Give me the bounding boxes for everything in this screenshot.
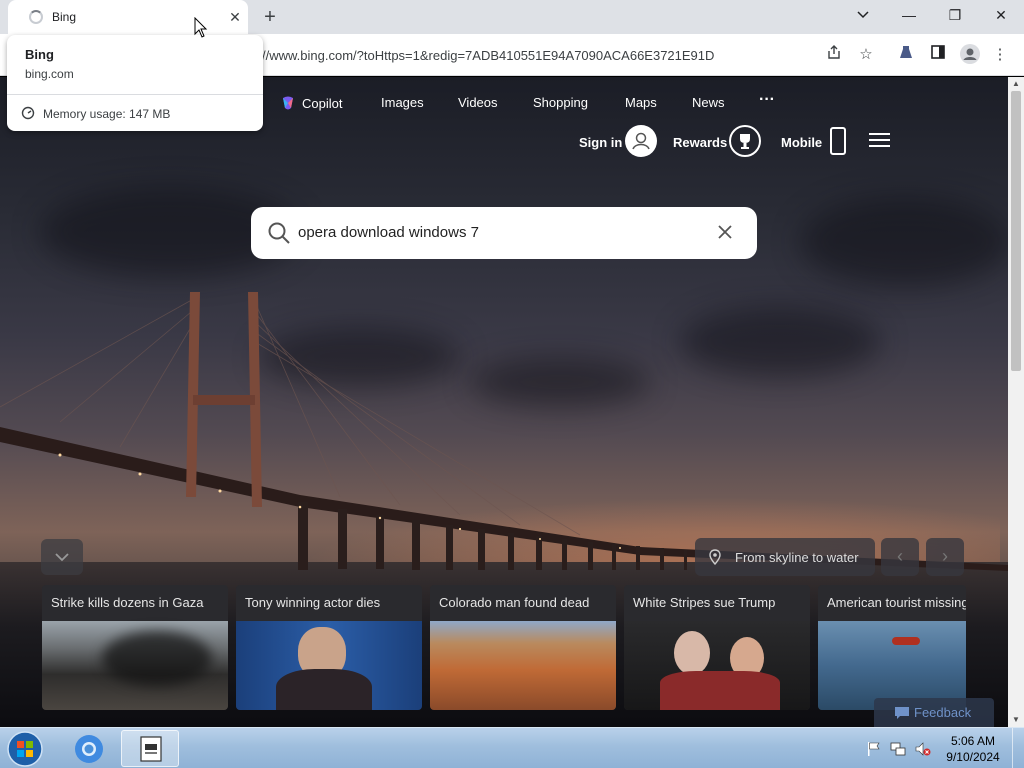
mouse-pointer-icon [194,16,208,44]
copilot-icon [283,96,293,110]
tab-close-icon[interactable]: ✕ [226,8,244,26]
scrollbar-thumb[interactable] [1011,91,1021,371]
chevron-down-icon [55,553,69,562]
search-box[interactable]: opera download windows 7 [251,207,757,259]
image-caption-text: From skyline to water [735,550,859,565]
news-card-image [624,621,810,710]
nav-videos[interactable]: Videos [458,95,498,110]
rewards-link[interactable]: Rewards [673,135,727,150]
tab-title: Bing [52,10,77,24]
start-button[interactable] [6,730,46,768]
system-clock[interactable]: 5:06 AM 9/10/2024 [944,733,1002,765]
window-close-button[interactable]: ✕ [986,4,1016,28]
clock-date: 9/10/2024 [946,750,1000,764]
news-card-title: Strike kills dozens in Gaza [51,595,204,610]
memory-gauge-icon [21,106,35,120]
clock-time: 5:06 AM [950,734,996,748]
news-card-image [818,621,966,710]
taskbar-chrome-button[interactable] [60,730,118,767]
news-card[interactable]: Strike kills dozens in Gaza [42,585,228,710]
restore-button[interactable]: ❐ [940,4,970,28]
sign-in-link[interactable]: Sign in [579,135,622,150]
news-card[interactable]: American tourist missing [818,585,966,710]
clear-search-icon[interactable] [715,222,735,242]
news-card[interactable]: White Stripes sue Trump [624,585,810,710]
feedback-button[interactable]: Feedback [874,698,994,727]
browser-menu-icon[interactable]: ⋮ [989,44,1011,66]
side-panel-icon[interactable] [927,44,949,66]
image-caption-button[interactable]: From skyline to water [695,538,875,576]
minimize-button[interactable]: — [894,4,924,28]
news-card[interactable]: Tony winning actor dies [236,585,422,710]
address-bar[interactable]: //www.bing.com/?toHttps=1&redig=7ADB4105… [250,40,890,70]
tab-bing[interactable]: Bing ✕ [8,0,248,34]
action-center-flag-icon[interactable] [866,741,882,757]
news-card-title: White Stripes sue Trump [633,595,776,610]
user-avatar-icon[interactable] [625,125,657,157]
network-icon[interactable] [890,741,906,757]
news-card-title: American tourist missing [827,595,966,610]
news-card-image [42,621,228,710]
show-desktop-button[interactable] [1012,728,1024,768]
feedback-chat-icon [895,707,909,719]
volume-muted-icon[interactable] [915,741,931,757]
tab-search-chevron-icon[interactable] [848,4,878,28]
mobile-link[interactable]: Mobile [781,135,822,150]
nav-copilot[interactable]: Copilot [280,95,342,111]
windows-taskbar: 5:06 AM 9/10/2024 [0,727,1024,768]
hamburger-menu-icon[interactable] [869,132,891,150]
page-scrollbar[interactable]: ▲ ▼ [1008,77,1024,727]
windows-logo-icon [7,731,43,767]
divider [7,94,263,95]
new-tab-button[interactable]: + [258,6,282,30]
tab-strip: Bing ✕ + — ❐ ✕ [0,0,1024,34]
extension-icon[interactable] [895,44,917,66]
tab-hover-card: Bing bing.com Memory usage: 147 MB [7,35,263,131]
location-pin-icon [709,549,721,565]
chrome-icon [75,735,103,763]
rewards-trophy-icon[interactable] [729,125,761,157]
news-card-title: Tony winning actor dies [245,595,381,610]
mobile-phone-icon[interactable] [830,127,846,155]
profile-avatar-icon[interactable] [959,44,981,66]
nav-more-button[interactable]: ··· [759,91,775,109]
news-card-image [236,621,422,710]
document-app-icon [140,736,162,762]
nav-shopping[interactable]: Shopping [533,95,588,110]
scroll-down-arrow-icon[interactable]: ▼ [1008,713,1024,727]
news-card-image [430,621,616,710]
url-text[interactable]: //www.bing.com/?toHttps=1&redig=7ADB4105… [262,48,714,63]
search-input[interactable]: opera download windows 7 [298,224,479,241]
hover-card-domain: bing.com [25,67,74,81]
loading-spinner-icon [29,10,43,24]
hover-card-title: Bing [25,47,54,62]
nav-news[interactable]: News [692,95,725,110]
nav-images[interactable]: Images [381,95,424,110]
nav-copilot-label: Copilot [302,96,343,111]
feedback-label: Feedback [914,705,972,720]
scroll-up-arrow-icon[interactable]: ▲ [1008,77,1024,91]
previous-image-button[interactable]: ‹ [881,538,919,576]
next-image-button[interactable]: › [926,538,964,576]
share-icon[interactable] [823,44,845,66]
news-card-title: Colorado man found dead [439,595,590,610]
taskbar-active-app-button[interactable] [121,730,179,767]
news-card[interactable]: Colorado man found dead [430,585,616,710]
bing-homepage: Copilot Images Videos Shopping Maps News… [0,77,1008,727]
hover-card-memory: Memory usage: 147 MB [43,107,171,121]
collapse-feed-button[interactable] [41,539,83,575]
search-icon [268,222,290,244]
nav-maps[interactable]: Maps [625,95,657,110]
bookmark-star-icon[interactable]: ☆ [855,44,877,66]
